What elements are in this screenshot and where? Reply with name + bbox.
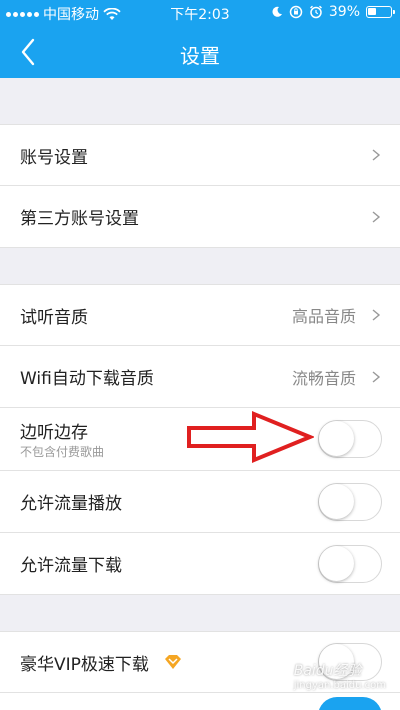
battery-percent: 39%: [328, 4, 360, 20]
row-sublabel: 不包含付费歌曲: [20, 445, 105, 459]
row-label: 豪华VIP极速下载: [20, 654, 149, 675]
row-label: 边听边存: [20, 423, 88, 443]
row-value: 高品音质: [291, 307, 356, 326]
settings-row-partial: [0, 693, 400, 710]
alarm-icon: [309, 5, 322, 19]
row-label: 第三方账号设置: [20, 209, 139, 229]
settings-row-third-party-account[interactable]: 第三方账号设置: [0, 186, 400, 248]
settings-row-allow-mobile-playback: 允许流量播放: [0, 471, 400, 533]
allow-mobile-download-toggle[interactable]: [318, 544, 382, 583]
row-label: 试听音质: [20, 307, 88, 328]
row-value: 流畅音质: [291, 368, 356, 388]
settings-row-wifi-download-quality[interactable]: Wifi自动下载音质 流畅音质: [0, 346, 400, 408]
row-label: 账号设置: [20, 147, 88, 168]
partial-toggle[interactable]: [318, 697, 382, 710]
chevron-right-icon: [372, 309, 381, 321]
vip-diamond-icon: [165, 655, 181, 669]
chevron-right-icon: [372, 210, 381, 223]
row-label: 允许流量播放: [20, 494, 122, 514]
settings-row-account[interactable]: 账号设置: [0, 124, 400, 186]
settings-row-allow-mobile-download: 允许流量下载: [0, 533, 400, 595]
toggle-knob: [319, 545, 354, 581]
allow-mobile-playback-toggle[interactable]: [318, 482, 382, 521]
rotation-lock-icon: [289, 5, 303, 19]
watermark-text: Baidu经验: [293, 663, 362, 679]
annotation-arrow-icon: [187, 411, 314, 463]
top-bar: 中国移动 下午2:03 39% 设置: [0, 0, 400, 78]
status-right: 39%: [271, 4, 395, 20]
toggle-knob: [319, 421, 354, 456]
cache-while-playing-toggle[interactable]: [318, 420, 382, 458]
watermark-logo: Baidu经验 jingyan.baidu.com: [294, 660, 386, 691]
chevron-right-icon: [372, 370, 381, 383]
navigation-bar: 设置: [0, 26, 400, 78]
battery-icon: [366, 6, 395, 18]
row-label: Wifi自动下载音质: [20, 369, 154, 389]
settings-row-preview-quality[interactable]: 试听音质 高品音质: [0, 284, 400, 346]
chevron-right-icon: [372, 149, 381, 161]
watermark-sub: jingyan.baidu.com: [293, 680, 386, 691]
moon-icon: [272, 6, 282, 17]
toggle-knob: [319, 483, 354, 519]
row-label: 允许流量下载: [20, 556, 122, 576]
page-title: 设置: [180, 44, 220, 68]
status-bar: 中国移动 下午2:03 39%: [0, 0, 400, 26]
